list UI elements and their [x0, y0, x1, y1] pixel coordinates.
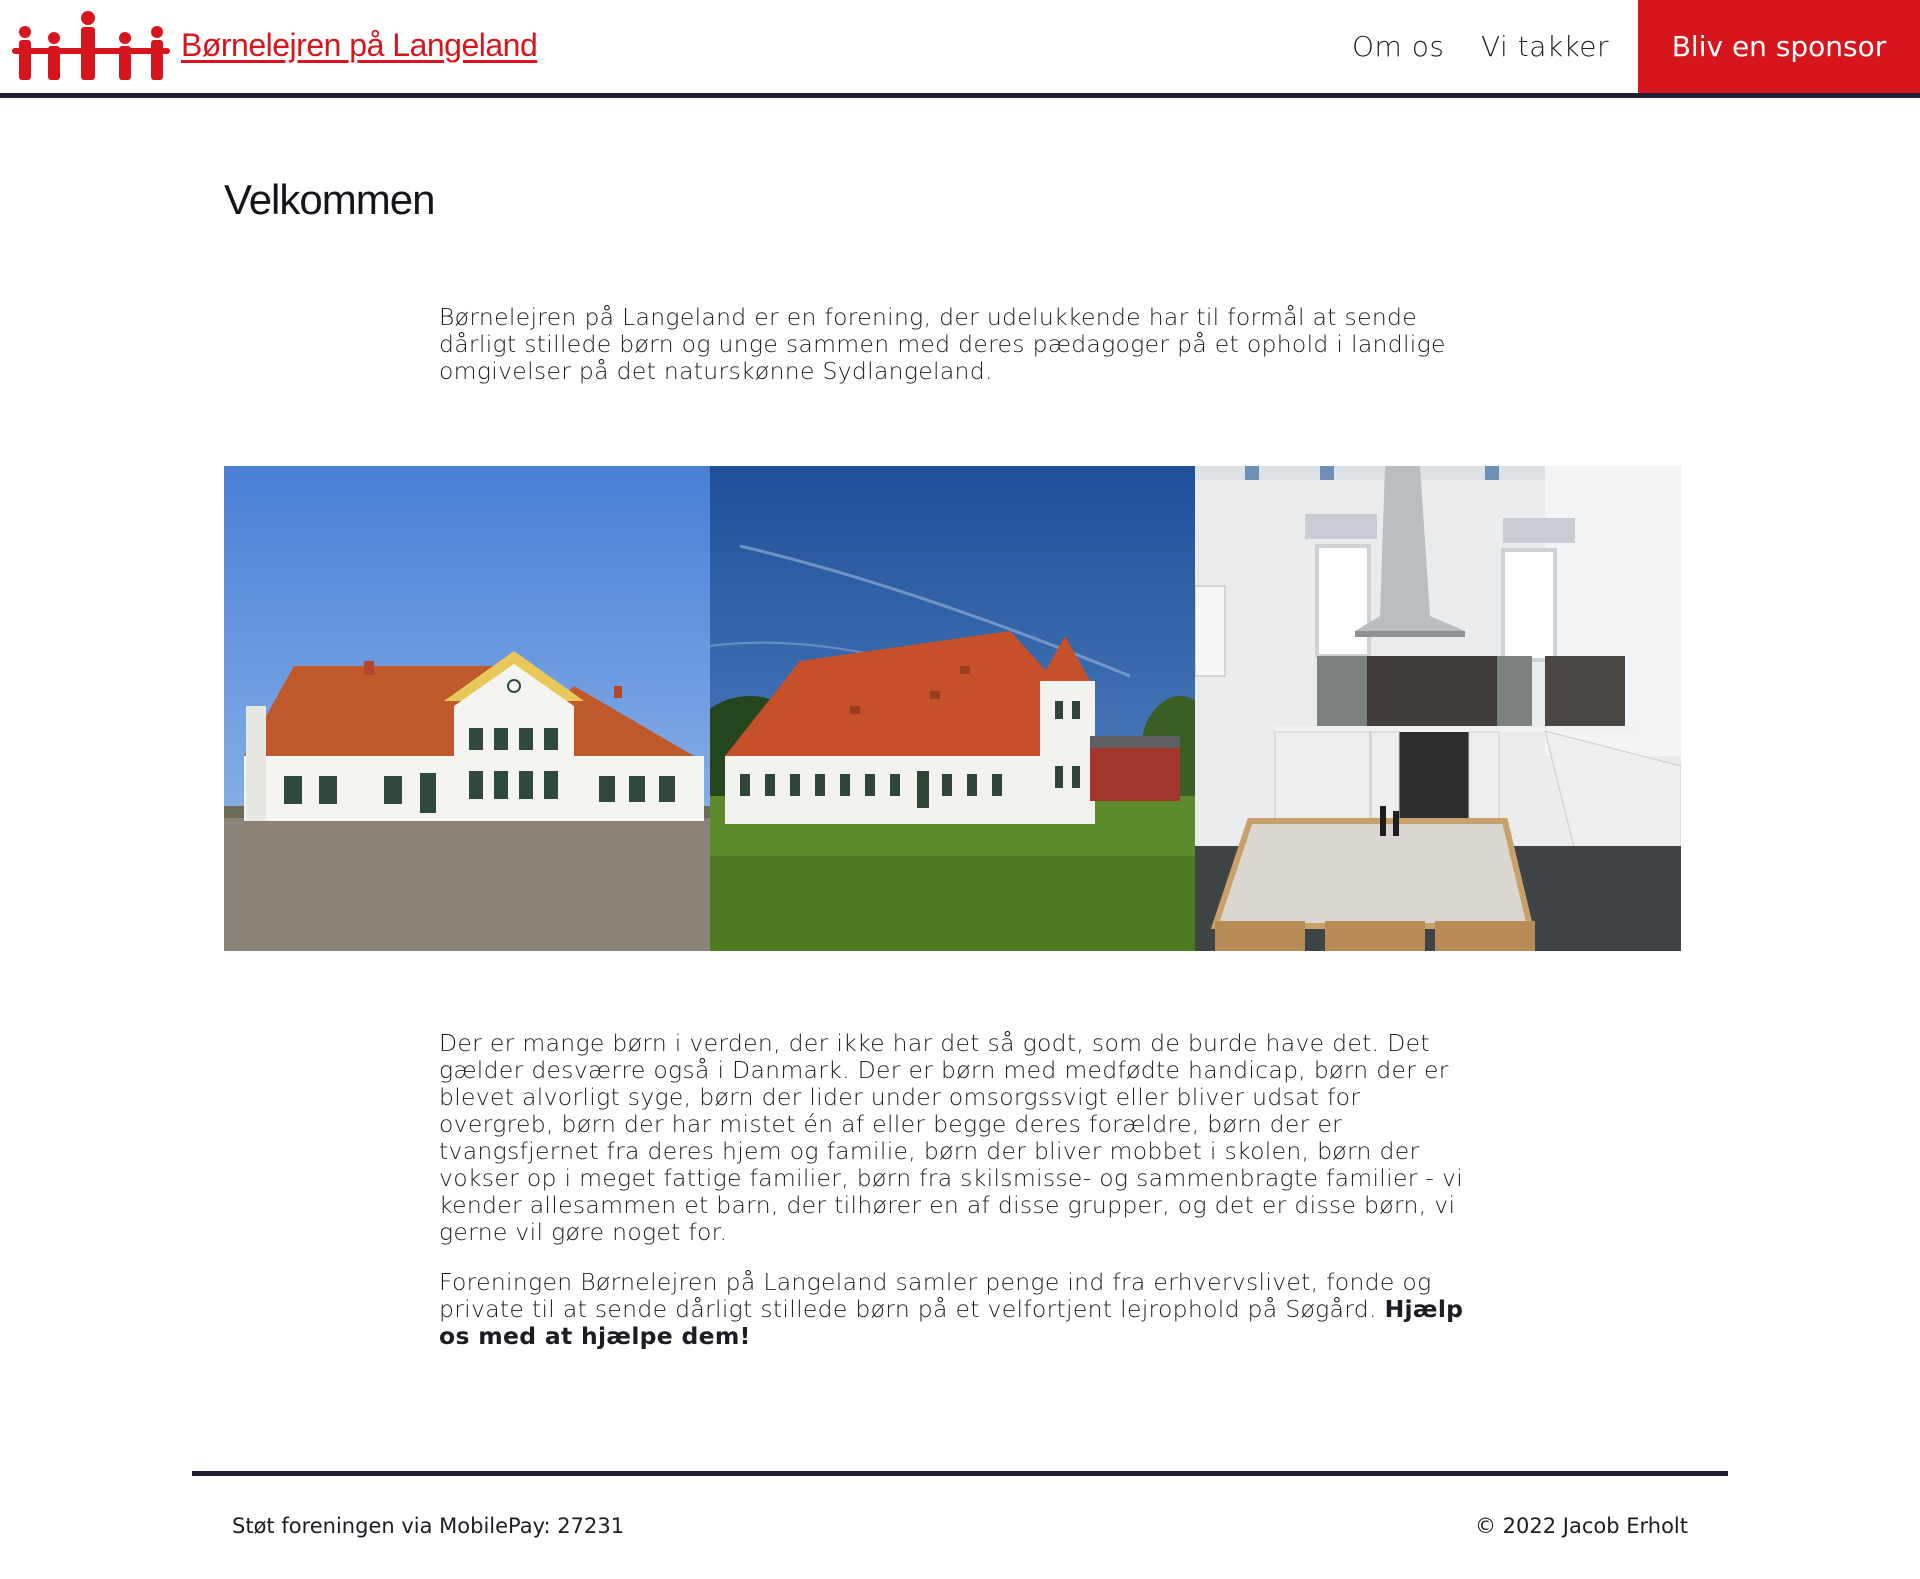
body-paragraph-1: Der er mange børn i verden, der ikke har… [439, 1029, 1464, 1246]
nav-vi-takker-link[interactable]: Vi takker [1481, 30, 1609, 63]
body-paragraph-2-text: Foreningen Børnelejren på Langeland saml… [439, 1268, 1432, 1323]
footer-divider [192, 1471, 1728, 1476]
photo-farmhouse-front [224, 466, 710, 951]
become-sponsor-button[interactable]: Bliv en sponsor [1638, 0, 1920, 93]
photo-gallery [224, 466, 1682, 951]
photo-farmhouse-lawn [709, 466, 1196, 951]
intro-paragraph: Børnelejren på Langeland er en forening,… [439, 303, 1446, 385]
site-header: Børnelejren på Langeland Om os Vi takker… [0, 0, 1920, 98]
copyright-text: © 2022 Jacob Erholt [1474, 1514, 1688, 1538]
brand-link[interactable]: Børnelejren på Langeland [181, 27, 538, 64]
nav-item-vi-takker[interactable]: Vi takker [1481, 0, 1609, 93]
children-logo-icon[interactable] [12, 10, 170, 82]
nav-item-om-os[interactable]: Om os [1352, 0, 1444, 93]
photo-kitchen [1195, 466, 1682, 951]
nav-om-os-link[interactable]: Om os [1352, 30, 1444, 63]
mobilepay-text: Støt foreningen via MobilePay: 27231 [232, 1514, 625, 1538]
page-title: Velkommen [224, 176, 435, 223]
body-text: Der er mange børn i verden, der ikke har… [439, 1030, 1469, 1373]
body-paragraph-2: Foreningen Børnelejren på Langeland saml… [439, 1269, 1469, 1350]
